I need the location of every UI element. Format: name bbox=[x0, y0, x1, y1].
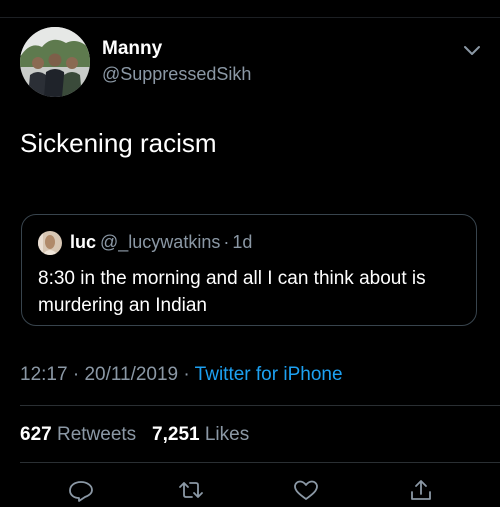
tweet-meta: 12:17 · 20/11/2019 · Twitter for iPhone bbox=[20, 364, 343, 386]
tweet-text: Sickening racism bbox=[20, 128, 217, 158]
tweet-date: 20/11/2019 bbox=[84, 364, 179, 385]
meta-separator: · bbox=[72, 364, 80, 385]
quoted-tweet-text: 8:30 in the morning and all I can think … bbox=[38, 268, 426, 316]
avatar-photo bbox=[20, 27, 90, 97]
retweets-stat[interactable]: 627 Retweets bbox=[20, 424, 136, 445]
chevron-down-icon[interactable] bbox=[462, 44, 482, 58]
tweet-stats: 627 Retweets 7,251 Likes bbox=[20, 424, 249, 446]
quoted-tweet-card[interactable]: luc @_lucywatkins · 1d 8:30 in the morning … bbox=[21, 214, 477, 326]
tweet-source-link[interactable]: Twitter for iPhone bbox=[195, 364, 343, 385]
tweet-time: 12:17 bbox=[20, 364, 68, 385]
likes-count: 7,251 bbox=[152, 424, 200, 445]
divider-above-actions bbox=[20, 462, 500, 463]
quoted-author-avatar[interactable] bbox=[38, 231, 62, 255]
quoted-separator: · bbox=[223, 232, 230, 252]
author-handle[interactable]: @SuppressedSikh bbox=[102, 64, 251, 85]
share-icon[interactable] bbox=[406, 478, 436, 502]
author-display-name[interactable]: Manny bbox=[102, 38, 162, 60]
quoted-author-handle[interactable]: @_lucywatkins bbox=[100, 232, 220, 252]
likes-label: Likes bbox=[204, 424, 250, 445]
quoted-tweet-header: luc @_lucywatkins · 1d bbox=[70, 232, 252, 253]
author-avatar[interactable] bbox=[20, 27, 90, 97]
divider-above-stats bbox=[20, 405, 500, 406]
quoted-time: 1d bbox=[232, 232, 253, 252]
like-icon[interactable] bbox=[291, 478, 321, 502]
top-divider bbox=[0, 17, 500, 18]
retweets-label: Retweets bbox=[56, 424, 137, 445]
quoted-avatar-photo bbox=[38, 231, 62, 255]
quoted-author-name[interactable]: luc bbox=[70, 232, 96, 252]
reply-icon[interactable] bbox=[66, 478, 96, 502]
likes-stat[interactable]: 7,251 Likes bbox=[152, 424, 249, 445]
retweet-icon[interactable] bbox=[176, 478, 206, 502]
meta-separator-2: · bbox=[183, 364, 190, 385]
retweets-count: 627 bbox=[20, 424, 52, 445]
